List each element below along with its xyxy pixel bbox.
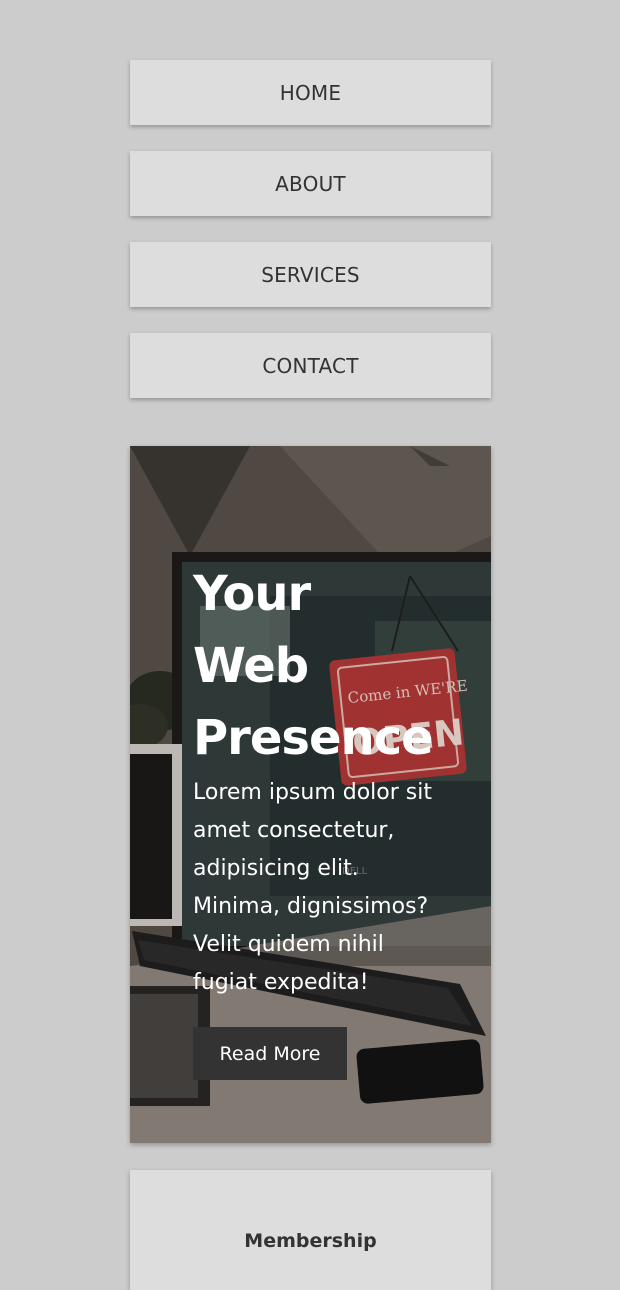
hero-title: Your Web Presence: [193, 566, 434, 766]
nav-about-button[interactable]: ABOUT: [130, 151, 491, 216]
hero-description: Lorem ipsum dolor sit amet consectetur, …: [193, 780, 432, 995]
nav-home-button[interactable]: HOME: [130, 60, 491, 125]
membership-card: Membership: [130, 1170, 491, 1290]
hero-section: Come in WE'RE OPEN DELL Your Web Presenc…: [130, 446, 491, 1143]
membership-card-title: Membership: [244, 1230, 377, 1252]
read-more-button[interactable]: Read More: [193, 1027, 347, 1080]
nav-contact-button[interactable]: CONTACT: [130, 333, 491, 398]
nav-services-button[interactable]: SERVICES: [130, 242, 491, 307]
hero-content: Your Web Presence Lorem ipsum dolor sit …: [193, 558, 434, 1002]
